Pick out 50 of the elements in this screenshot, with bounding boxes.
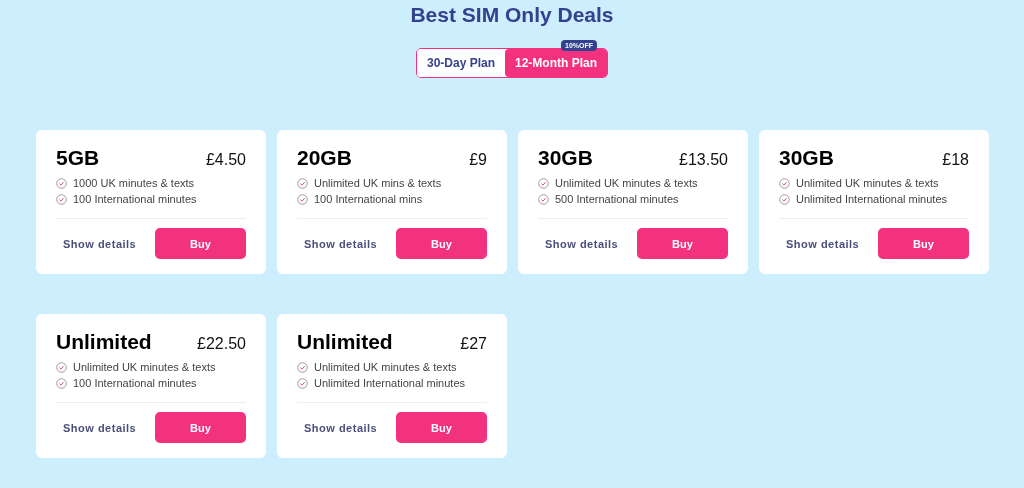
feature-text: Unlimited International minutes bbox=[314, 377, 466, 389]
show-details-link[interactable]: Show details bbox=[545, 237, 619, 250]
check-circle-icon bbox=[56, 177, 67, 189]
feature-text: Unlimited UK minutes & texts bbox=[73, 361, 216, 373]
price: £13.50 bbox=[679, 151, 728, 169]
check-circle-icon bbox=[297, 377, 308, 389]
check-circle-icon bbox=[779, 193, 790, 205]
check-circle-icon bbox=[56, 377, 67, 389]
check-circle-icon bbox=[297, 193, 308, 205]
feature-text: Unlimited UK minutes & texts bbox=[555, 177, 698, 189]
feature-text: 100 International mins bbox=[314, 193, 423, 205]
feature-text: Unlimited International minutes bbox=[796, 193, 948, 205]
check-circle-icon bbox=[538, 193, 549, 205]
check-circle-icon bbox=[56, 193, 67, 205]
buy-button[interactable]: Buy bbox=[155, 412, 246, 443]
show-details-link[interactable]: Show details bbox=[63, 421, 137, 434]
price: £9 bbox=[469, 151, 487, 169]
show-details-link[interactable]: Show details bbox=[304, 237, 378, 250]
buy-button[interactable]: Buy bbox=[396, 412, 487, 443]
feature-text: Unlimited UK minutes & texts bbox=[314, 361, 457, 373]
check-circle-icon bbox=[779, 177, 790, 189]
feature-text: 100 International minutes bbox=[73, 193, 197, 205]
buy-button[interactable]: Buy bbox=[155, 228, 246, 259]
buy-button[interactable]: Buy bbox=[637, 228, 728, 259]
feature-text: 100 International minutes bbox=[73, 377, 197, 389]
data-allowance: 30GB bbox=[779, 146, 834, 170]
page-title: Best SIM Only Deals bbox=[409, 2, 615, 28]
buy-button[interactable]: Buy bbox=[396, 228, 487, 259]
price: £4.50 bbox=[205, 151, 246, 169]
price: £22.50 bbox=[197, 335, 246, 353]
feature-text: 1000 UK minutes & texts bbox=[73, 177, 195, 189]
data-allowance: Unlimited bbox=[297, 330, 393, 354]
feature-text: 500 International minutes bbox=[555, 193, 679, 205]
check-circle-icon bbox=[297, 177, 308, 189]
check-circle-icon bbox=[538, 177, 549, 189]
price: £18 bbox=[942, 151, 969, 169]
show-details-link[interactable]: Show details bbox=[786, 237, 860, 250]
buy-button[interactable]: Buy bbox=[878, 228, 969, 259]
plan-tab[interactable]: 12-Month Plan bbox=[505, 49, 608, 77]
data-allowance: 30GB bbox=[538, 146, 593, 170]
data-allowance: 5GB bbox=[56, 146, 100, 170]
check-circle-icon bbox=[56, 361, 67, 373]
show-details-link[interactable]: Show details bbox=[304, 421, 378, 434]
show-details-link[interactable]: Show details bbox=[63, 237, 137, 250]
feature-text: Unlimited UK mins & texts bbox=[314, 177, 442, 189]
feature-text: Unlimited UK minutes & texts bbox=[796, 177, 939, 189]
data-allowance: 20GB bbox=[297, 146, 352, 170]
price: £27 bbox=[460, 335, 487, 353]
data-allowance: Unlimited bbox=[56, 330, 152, 354]
check-circle-icon bbox=[297, 361, 308, 373]
